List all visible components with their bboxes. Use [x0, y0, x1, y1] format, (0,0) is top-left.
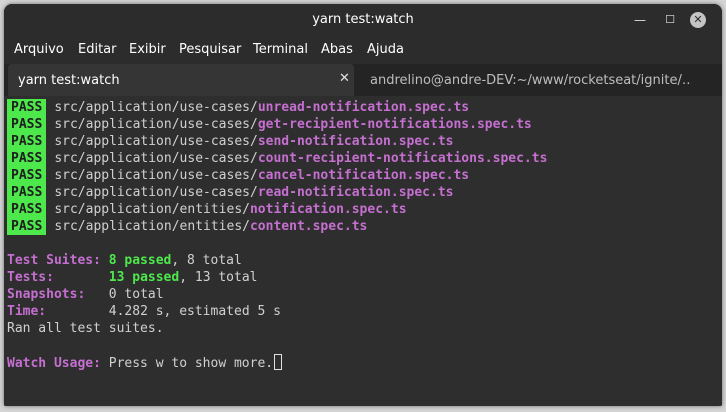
test-path: src/application/entities/	[54, 219, 250, 234]
window-title: yarn test:watch	[312, 12, 414, 27]
suites-total: , 8 total	[171, 253, 242, 268]
summary-test-suites: Test Suites: 8 passed, 8 total	[7, 252, 242, 269]
test-file: read-notification.spec.ts	[257, 185, 454, 200]
test-file: count-recipient-notifications.spec.ts	[257, 151, 548, 166]
terminal-cursor[interactable]	[274, 354, 283, 370]
menu-exibir[interactable]: Exibir	[129, 42, 166, 57]
suites-passed: 8 passed	[108, 253, 172, 268]
minimize-icon[interactable]: —	[632, 12, 648, 28]
test-file: unread-notification.spec.ts	[257, 100, 470, 115]
menu-abas[interactable]: Abas	[321, 42, 353, 57]
tests-passed: 13 passed	[108, 270, 180, 285]
ran-all-text: Ran all test suites.	[7, 321, 164, 336]
tab-close-icon[interactable]: ✕	[339, 71, 350, 86]
summary-tests: Tests: 13 passed, 13 total	[7, 269, 258, 286]
test-file: send-notification.spec.ts	[257, 134, 454, 149]
test-result-line: PASS src/application/entities/content.spe…	[7, 218, 367, 235]
test-path: src/application/entities/	[54, 202, 250, 217]
tests-total: , 13 total	[179, 270, 258, 285]
terminal-output[interactable]: PASS src/application/use-cases/unread-not…	[4, 96, 722, 406]
maximize-icon[interactable]: ☐	[662, 12, 678, 28]
summary-label: Test Suites:	[7, 253, 101, 268]
summary-label: Snapshots:	[7, 287, 86, 302]
test-file: content.spec.ts	[249, 219, 368, 234]
tab-shell[interactable]: andrelino@andre-DEV:~/www/rocketseat/ign…	[358, 64, 720, 96]
watch-label: Watch Usage:	[7, 356, 101, 371]
test-file: notification.spec.ts	[249, 202, 407, 217]
test-path: src/application/use-cases/	[54, 185, 258, 200]
time-value: 4.282 s, estimated 5 s	[108, 304, 281, 319]
summary-snapshots: Snapshots: 0 total	[7, 286, 164, 303]
pass-badge: PASS	[7, 99, 47, 116]
menu-pesquisar[interactable]: Pesquisar	[179, 42, 241, 57]
pass-badge: PASS	[7, 167, 47, 184]
snapshots-value: 0 total	[108, 287, 164, 302]
tab-label: andrelino@andre-DEV:~/www/rocketseat/ign…	[370, 73, 690, 88]
pass-badge: PASS	[7, 201, 47, 218]
menu-bar: Arquivo Editar Exibir Pesquisar Terminal…	[4, 36, 722, 64]
pass-badge: PASS	[7, 116, 47, 133]
test-path: src/application/use-cases/	[54, 117, 258, 132]
test-result-line: PASS src/application/use-cases/cancel-not…	[7, 167, 469, 184]
test-result-line: PASS src/application/use-cases/get-recipi…	[7, 116, 532, 133]
test-result-line: PASS src/application/use-cases/count-reci…	[7, 150, 547, 167]
watch-usage-line: Watch Usage: Press w to show more.	[7, 354, 283, 371]
pass-badge: PASS	[7, 133, 47, 150]
summary-label: Tests:	[7, 270, 54, 285]
watch-text: Press w to show more.	[100, 356, 274, 371]
tab-yarn-test-watch[interactable]: yarn test:watch ✕	[8, 64, 354, 96]
pass-badge: PASS	[7, 150, 47, 167]
menu-terminal[interactable]: Terminal	[253, 42, 308, 57]
test-file: get-recipient-notifications.spec.ts	[257, 117, 532, 132]
test-path: src/application/use-cases/	[54, 134, 258, 149]
test-result-line: PASS src/application/use-cases/send-notif…	[7, 133, 453, 150]
test-result-line: PASS src/application/use-cases/read-notif…	[7, 184, 453, 201]
pass-badge: PASS	[7, 218, 47, 235]
pass-badge: PASS	[7, 184, 47, 201]
summary-time: Time: 4.282 s, estimated 5 s	[7, 303, 281, 320]
tab-label: yarn test:watch	[18, 73, 120, 88]
test-path: src/application/use-cases/	[54, 100, 258, 115]
summary-label: Time:	[7, 304, 47, 319]
tab-bar: yarn test:watch ✕ andrelino@andre-DEV:~/…	[4, 64, 722, 96]
title-bar: yarn test:watch — ☐ ✕	[4, 4, 722, 36]
test-result-line: PASS src/application/entities/notificatio…	[7, 201, 407, 218]
close-icon[interactable]: ✕	[690, 12, 706, 28]
test-path: src/application/use-cases/	[54, 151, 258, 166]
test-result-line: PASS src/application/use-cases/unread-not…	[7, 99, 469, 116]
terminal-window: yarn test:watch — ☐ ✕ Arquivo Editar Exi…	[4, 4, 722, 406]
menu-editar[interactable]: Editar	[78, 42, 117, 57]
test-file: cancel-notification.spec.ts	[257, 168, 470, 183]
test-path: src/application/use-cases/	[54, 168, 258, 183]
menu-arquivo[interactable]: Arquivo	[14, 42, 64, 57]
menu-ajuda[interactable]: Ajuda	[367, 42, 404, 57]
ran-all-suites: Ran all test suites.	[7, 320, 164, 337]
